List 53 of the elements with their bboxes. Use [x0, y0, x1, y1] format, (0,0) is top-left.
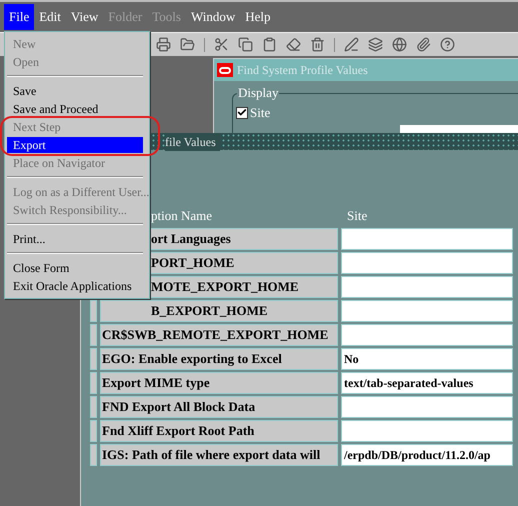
menu-item[interactable]: Export [7, 137, 143, 153]
window-title: file Values [165, 132, 220, 150]
row-selector[interactable] [90, 372, 97, 394]
menu-bar-item[interactable]: View [66, 4, 104, 30]
table-cell: Export MIME type [100, 372, 338, 394]
row-selector[interactable] [90, 420, 97, 442]
table-cell: B_EXPORT_HOME [100, 300, 338, 322]
oracle-logo-icon [217, 63, 233, 77]
input-field[interactable]: text/tab-separated-values [341, 372, 513, 394]
input-field[interactable] [341, 300, 513, 322]
menu-item[interactable]: Save [7, 83, 42, 99]
menu-item[interactable]: Save and Proceed [7, 101, 104, 117]
menu-bar-item[interactable]: Help [240, 4, 276, 30]
window-title: Find System Profile Values [237, 62, 368, 79]
input-field[interactable] [341, 228, 513, 250]
paperclip-icon[interactable] [416, 37, 431, 52]
globe-icon[interactable] [392, 37, 407, 52]
eraser-icon[interactable] [286, 37, 301, 52]
table-cell: IGS: Path of file where export data will [100, 444, 338, 466]
row-selector[interactable] [90, 444, 97, 466]
row-selector[interactable] [90, 348, 97, 370]
menu-item[interactable]: Close Form [7, 260, 76, 276]
clipboard-icon[interactable] [262, 37, 277, 52]
input-field[interactable]: /erpdb/DB/product/11.2.0/ap [341, 444, 513, 466]
scissors-icon[interactable] [214, 37, 229, 52]
row-selector[interactable] [90, 300, 97, 322]
menu-item[interactable]: Print... [7, 231, 52, 247]
table-cell: FND Export All Block Data [100, 396, 338, 418]
input-field[interactable] [341, 396, 513, 418]
row-selector[interactable] [90, 324, 97, 346]
input-field[interactable] [341, 252, 513, 274]
menu-bar-item[interactable]: File [4, 4, 34, 30]
copy-icon[interactable] [238, 37, 253, 52]
input-field[interactable] [341, 420, 513, 442]
input-field[interactable] [341, 276, 513, 298]
menu-bar-item[interactable]: Edit [34, 4, 66, 30]
group-label: Display [237, 85, 280, 101]
input-field[interactable]: No [341, 348, 513, 370]
column-header: Site [346, 208, 368, 223]
trash-icon[interactable] [310, 37, 325, 52]
pen-icon[interactable] [344, 37, 359, 52]
table-cell: CR$SWB_REMOTE_EXPORT_HOME [100, 324, 338, 346]
folder-icon[interactable] [180, 37, 195, 52]
table-cell: Fnd Xliff Export Root Path [100, 420, 338, 442]
layers-icon[interactable] [368, 37, 383, 52]
help-icon[interactable] [440, 37, 455, 52]
table-cell: EGO: Enable exporting to Excel [100, 348, 338, 370]
input-field[interactable] [341, 324, 513, 346]
printer-icon[interactable] [156, 37, 171, 52]
checkbox-label: Site [250, 104, 270, 122]
checkbox[interactable] [236, 106, 248, 119]
menu-bar-item[interactable]: Window [186, 4, 240, 30]
row-selector[interactable] [90, 396, 97, 418]
